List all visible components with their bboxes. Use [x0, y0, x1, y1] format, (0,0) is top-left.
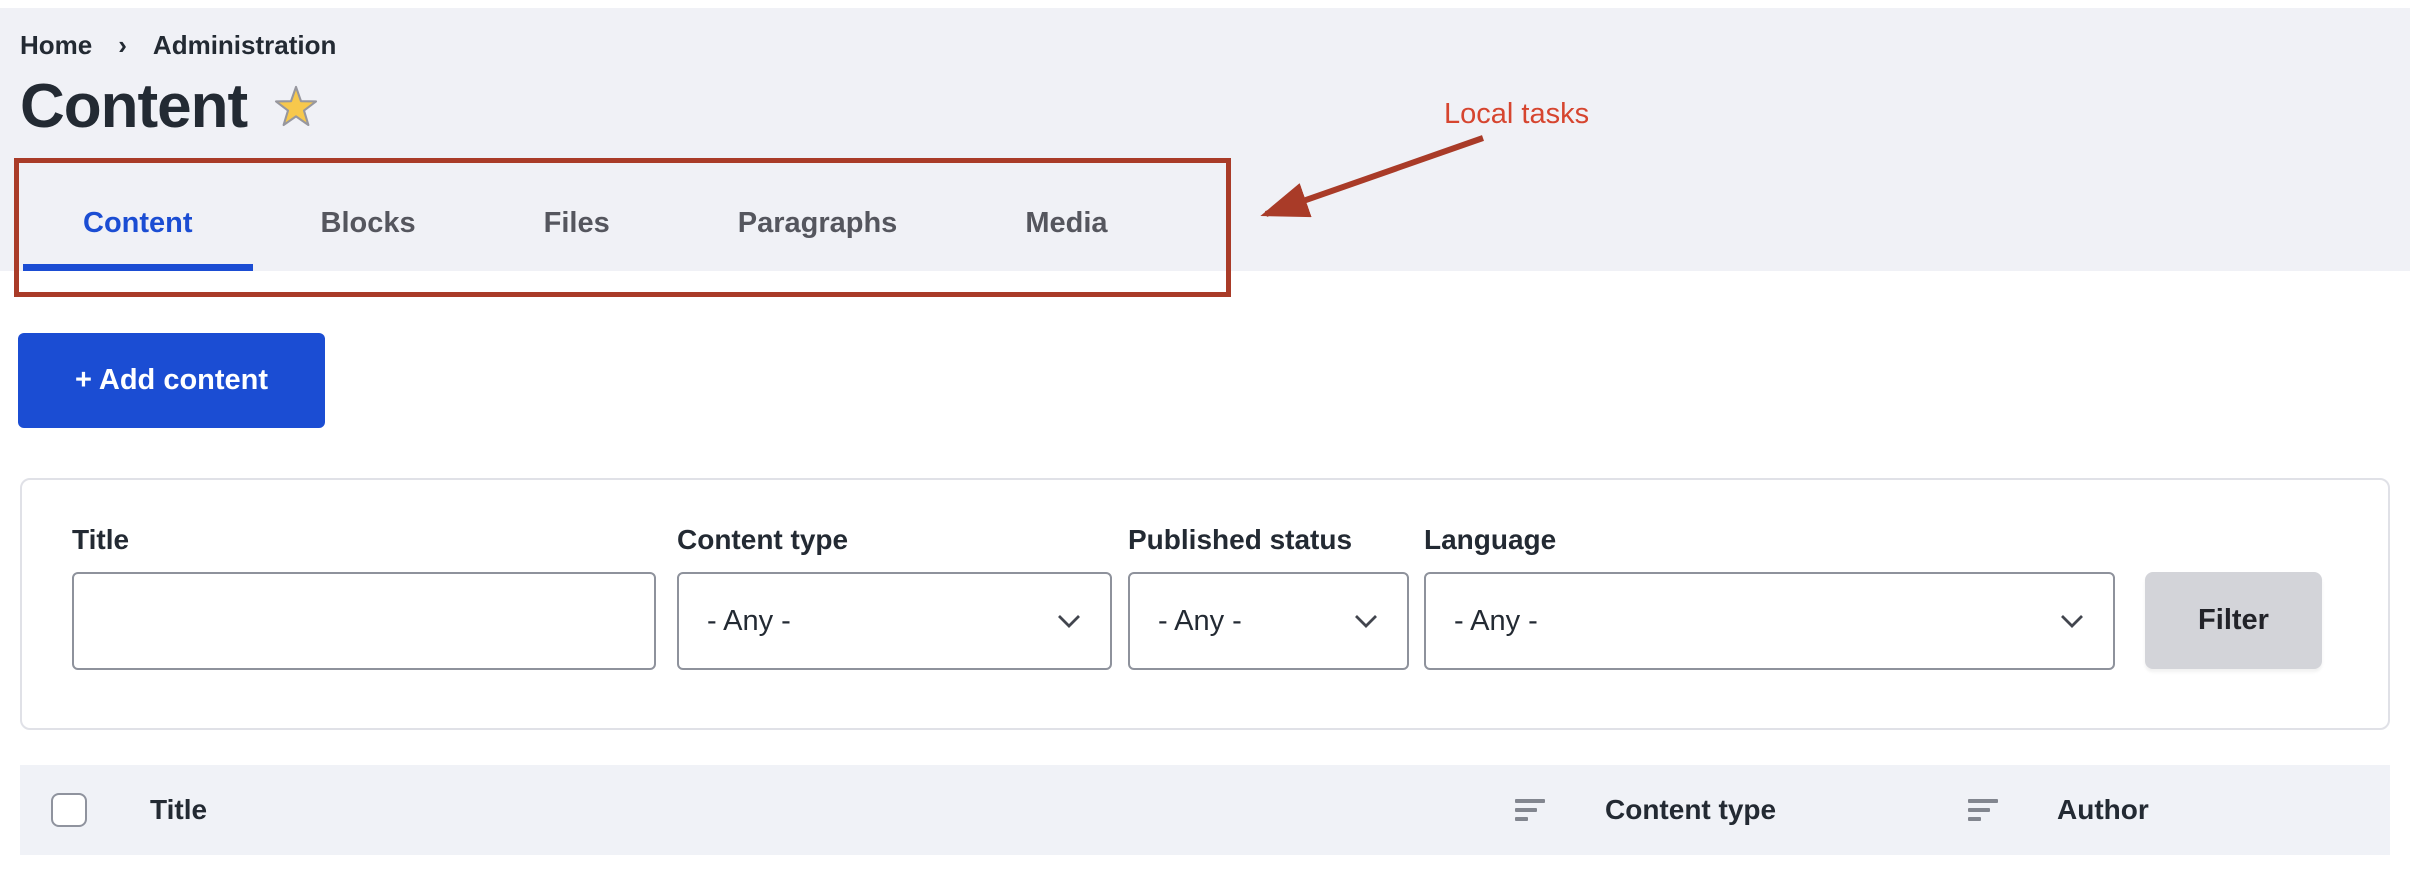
tab-paragraphs[interactable]: Paragraphs: [678, 176, 958, 271]
annotation-label: Local tasks: [1444, 98, 1589, 131]
page-title: Content: [20, 76, 247, 138]
breadcrumb-home-link[interactable]: Home: [20, 30, 92, 61]
title-filter-input[interactable]: [72, 572, 656, 670]
chevron-right-icon: ›: [118, 30, 127, 61]
column-header-content-type[interactable]: Content type: [1605, 765, 1776, 855]
breadcrumb-administration-link[interactable]: Administration: [153, 30, 336, 61]
local-tasks-tabs: Content Blocks Files Paragraphs Media: [23, 176, 1168, 271]
page-title-row: Content: [20, 76, 319, 138]
published-status-filter-label: Published status: [1128, 524, 1352, 556]
column-header-author[interactable]: Author: [2057, 765, 2149, 855]
breadcrumb: Home › Administration: [20, 30, 336, 61]
content-type-select-value: - Any -: [707, 605, 791, 638]
sort-icon[interactable]: [1515, 799, 1547, 823]
language-filter-label: Language: [1424, 524, 1556, 556]
tab-content[interactable]: Content: [23, 176, 253, 271]
title-filter-label: Title: [72, 524, 129, 556]
published-status-select[interactable]: - Any -: [1128, 572, 1409, 670]
language-select[interactable]: - Any -: [1424, 572, 2115, 670]
chevron-down-icon: [1351, 606, 1381, 636]
tab-media[interactable]: Media: [965, 176, 1167, 271]
select-all-checkbox[interactable]: [51, 793, 87, 827]
star-icon[interactable]: [273, 85, 319, 129]
add-content-button[interactable]: + Add content: [18, 333, 325, 428]
sort-icon[interactable]: [1968, 799, 2000, 823]
language-select-value: - Any -: [1454, 605, 1538, 638]
tab-files[interactable]: Files: [484, 176, 670, 271]
content-type-filter-label: Content type: [677, 524, 848, 556]
content-table-header-row: Title Content type Author: [20, 765, 2390, 855]
chevron-down-icon: [1054, 606, 1084, 636]
chevron-down-icon: [2057, 606, 2087, 636]
content-type-select[interactable]: - Any -: [677, 572, 1112, 670]
published-status-select-value: - Any -: [1158, 605, 1242, 638]
column-header-title[interactable]: Title: [150, 765, 207, 855]
tab-blocks[interactable]: Blocks: [261, 176, 476, 271]
filter-submit-button[interactable]: Filter: [2145, 572, 2322, 669]
filter-panel: Title Content type Published status Lang…: [20, 478, 2390, 730]
